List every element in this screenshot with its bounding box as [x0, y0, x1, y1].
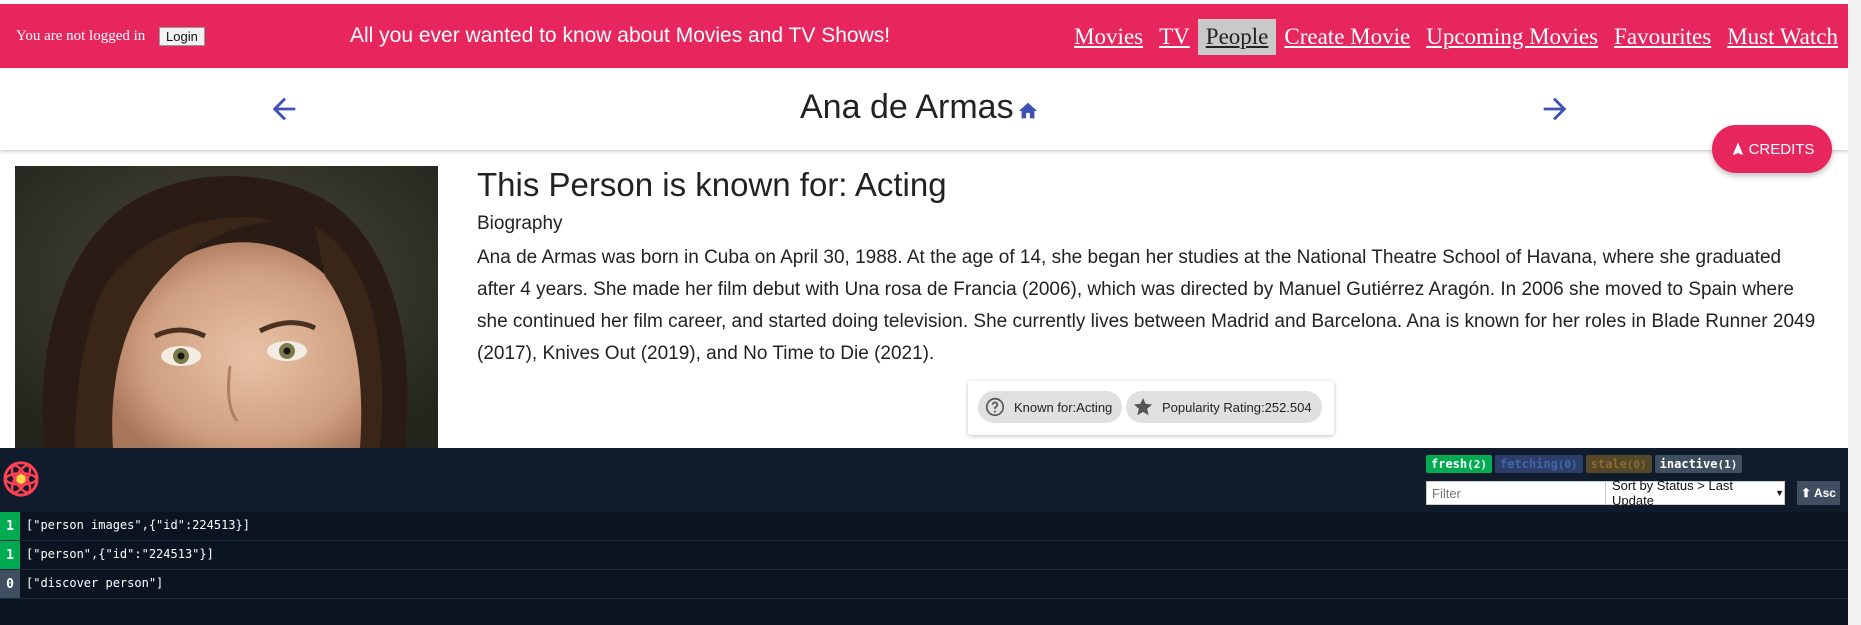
query-observer-count: 0	[0, 570, 20, 598]
nav-link-tv[interactable]: TV	[1151, 19, 1198, 55]
badge-stale: stale(0)	[1585, 455, 1652, 473]
known-for-chip[interactable]: Known for:Acting	[978, 391, 1123, 423]
help-circle-icon	[985, 397, 1005, 417]
sort-direction-button[interactable]: ⬆ Asc	[1797, 481, 1840, 505]
query-row[interactable]: 1 ["person images",{"id":224513}]	[0, 512, 1848, 541]
query-key: ["person images",{"id":224513}]	[26, 518, 250, 532]
sort-select[interactable]: Sort by Status > Last Update ▼	[1605, 478, 1785, 508]
chevron-down-icon: ▼	[1775, 488, 1784, 498]
login-status-text: You are not logged in	[16, 28, 146, 44]
query-key: ["discover person"]	[26, 576, 164, 590]
devtools-toolbar: fresh(2) fetching(0) stale(0) inactive(1…	[0, 448, 1848, 512]
popularity-chip-label: Popularity Rating:252.504	[1162, 399, 1312, 415]
query-key: ["person",{"id":"224513"}]	[26, 547, 214, 561]
known-for-chip-label: Known for:Acting	[1014, 399, 1113, 415]
query-status-badges: fresh(2) fetching(0) stale(0) inactive(1…	[1426, 455, 1745, 473]
nav-link-movies[interactable]: Movies	[1066, 19, 1151, 55]
biography-label: Biography	[477, 213, 563, 234]
page-scrollbar[interactable]	[1848, 0, 1861, 625]
nav-link-favourites[interactable]: Favourites	[1606, 19, 1719, 55]
nav-link-people[interactable]: People	[1197, 19, 1277, 55]
arrow-left-icon[interactable]	[267, 92, 301, 126]
person-info-chips: Known for:Acting Popularity Rating:252.5…	[968, 381, 1334, 435]
known-for-heading: This Person is known for: Acting	[477, 166, 947, 203]
query-observer-count: 1	[0, 541, 20, 569]
query-observer-count: 1	[0, 512, 20, 540]
navigation-icon	[1732, 142, 1743, 155]
login-button[interactable]: Login	[159, 27, 205, 46]
badge-inactive: inactive(1)	[1654, 455, 1743, 473]
query-filter-input[interactable]	[1426, 481, 1608, 505]
star-icon	[1133, 397, 1153, 416]
biography-text: Ana de Armas was born in Cuba on April 3…	[477, 247, 1816, 364]
credits-button[interactable]: CREDITS	[1712, 125, 1832, 173]
person-name: Ana de Armas	[800, 88, 1014, 126]
popularity-chip[interactable]: Popularity Rating:252.504	[1126, 391, 1322, 423]
main-nav: Movies TV People Create Movie Upcoming M…	[1066, 16, 1846, 58]
sort-select-value: Sort by Status > Last Update	[1612, 478, 1734, 508]
person-photo	[15, 166, 438, 448]
nav-link-must-watch[interactable]: Must Watch	[1719, 19, 1846, 55]
query-row[interactable]: 1 ["person",{"id":"224513"}]	[0, 541, 1848, 570]
badge-fetching: fetching(0)	[1495, 455, 1583, 473]
top-nav-bar: You are not logged in Login All you ever…	[0, 4, 1848, 68]
nav-link-upcoming-movies[interactable]: Upcoming Movies	[1418, 19, 1606, 55]
person-header: Ana de Armas	[0, 68, 1848, 150]
badge-fresh: fresh(2)	[1426, 455, 1492, 473]
react-query-logo-icon[interactable]	[2, 460, 40, 498]
site-tagline: All you ever wanted to know about Movies…	[350, 24, 891, 47]
arrow-right-icon[interactable]	[1538, 92, 1572, 126]
query-row[interactable]: 0 ["discover person"]	[0, 570, 1848, 599]
credits-button-label: CREDITS	[1748, 140, 1815, 158]
home-icon[interactable]	[1017, 100, 1039, 122]
nav-link-create-movie[interactable]: Create Movie	[1276, 19, 1418, 55]
query-devtools-panel: fresh(2) fetching(0) stale(0) inactive(1…	[0, 448, 1848, 625]
